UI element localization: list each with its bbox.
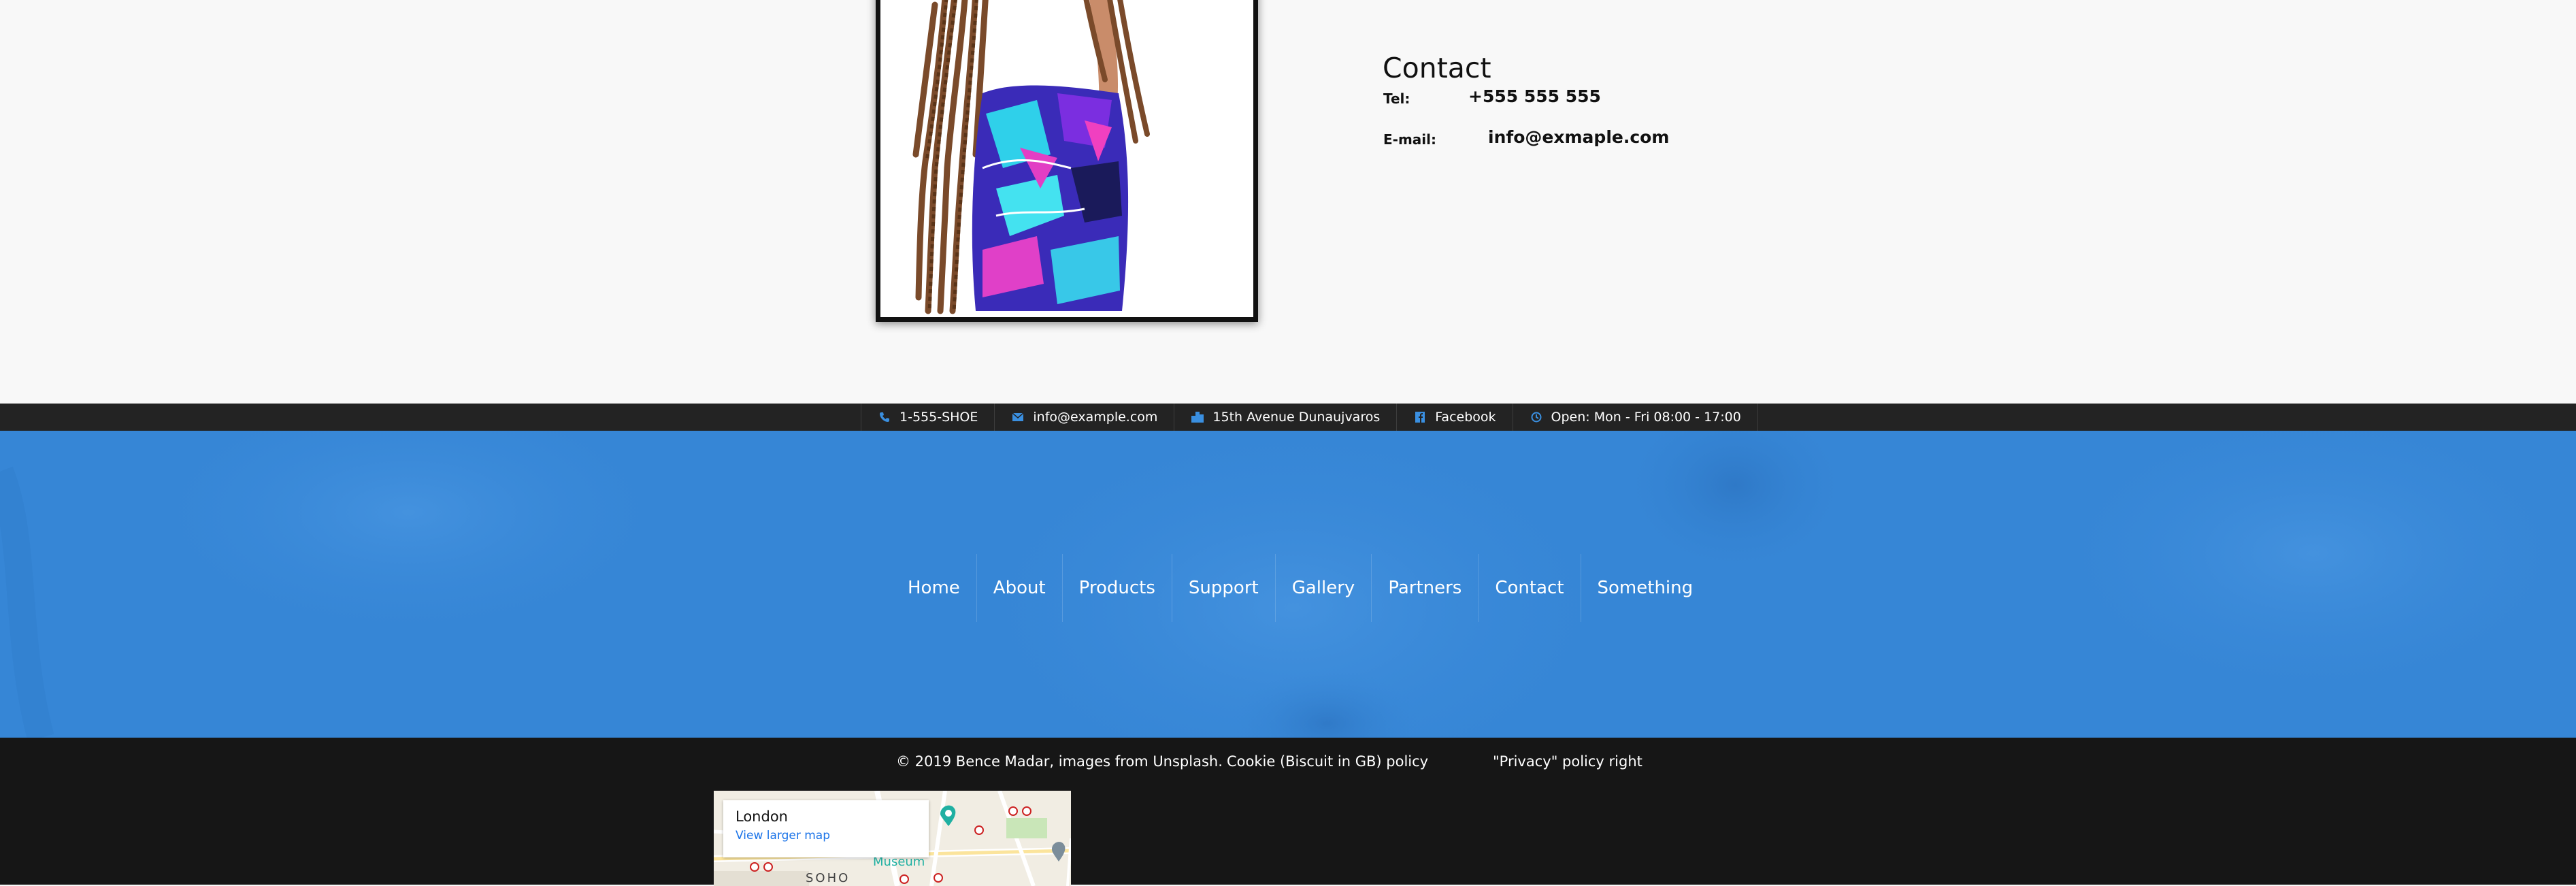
map-place-name: London xyxy=(736,808,788,825)
info-email-text: info@example.com xyxy=(1033,410,1158,425)
navigation-banner: Home About Products Support Gallery Part… xyxy=(0,431,2576,738)
map-label-soho: SOHO xyxy=(806,871,851,885)
nav-products[interactable]: Products xyxy=(1063,554,1172,622)
nav-contact[interactable]: Contact xyxy=(1479,554,1581,622)
info-facebook-text: Facebook xyxy=(1435,410,1496,425)
envelope-icon xyxy=(1011,410,1025,424)
tel-value[interactable]: +555 555 555 xyxy=(1468,86,1601,106)
privacy-policy-link[interactable]: "Privacy" policy right xyxy=(1493,753,1642,770)
nav-gallery[interactable]: Gallery xyxy=(1276,554,1372,622)
info-address-text: 15th Avenue Dunaujvaros xyxy=(1212,410,1381,425)
info-hours: Open: Mon - Fri 08:00 - 17:00 xyxy=(1512,404,1758,431)
info-bar: 1-555-SHOE info@example.com 15th Avenue … xyxy=(0,404,2576,431)
email-value[interactable]: info@exmaple.com xyxy=(1488,127,1669,147)
tel-label: Tel: xyxy=(1383,91,1410,107)
nav-about[interactable]: About xyxy=(977,554,1063,622)
nav-something[interactable]: Something xyxy=(1581,554,1710,622)
footer: © 2019 Bence Madar, images from Unsplash… xyxy=(0,738,2576,886)
building-icon xyxy=(1191,410,1204,424)
clock-icon xyxy=(1530,410,1543,424)
email-label: E-mail: xyxy=(1383,131,1437,148)
cookie-policy-link[interactable]: Cookie (Biscuit in GB) policy xyxy=(1227,753,1428,770)
embedded-map[interactable]: Museum SOHO London View larger map xyxy=(714,791,1071,886)
model-photo xyxy=(876,0,1258,322)
copyright-text: © 2019 Bence Madar, images from Unsplash… xyxy=(896,753,1223,770)
facebook-icon xyxy=(1413,410,1427,424)
info-email[interactable]: info@example.com xyxy=(994,404,1174,431)
info-hours-text: Open: Mon - Fri 08:00 - 17:00 xyxy=(1551,410,1741,425)
contact-heading: Contact xyxy=(1383,52,1491,84)
nav-support[interactable]: Support xyxy=(1172,554,1276,622)
nav-home[interactable]: Home xyxy=(891,554,977,622)
info-facebook[interactable]: Facebook xyxy=(1396,404,1512,431)
phone-icon xyxy=(878,410,891,424)
view-larger-map-link[interactable]: View larger map xyxy=(736,829,830,842)
nav-partners[interactable]: Partners xyxy=(1372,554,1479,622)
info-address[interactable]: 15th Avenue Dunaujvaros xyxy=(1174,404,1396,431)
main-nav: Home About Products Support Gallery Part… xyxy=(891,554,1709,622)
map-place-card: London View larger map xyxy=(723,800,929,857)
info-phone[interactable]: 1-555-SHOE xyxy=(861,404,994,431)
info-phone-text: 1-555-SHOE xyxy=(899,410,978,425)
